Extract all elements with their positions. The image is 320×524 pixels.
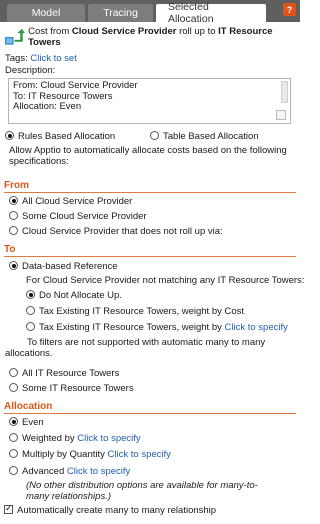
weighted-by-label: Weighted by bbox=[22, 433, 75, 444]
table-based-radio[interactable]: Table Based Allocation bbox=[150, 131, 259, 142]
multiply-by-link[interactable]: Click to specify bbox=[108, 449, 171, 460]
help-icon[interactable]: ? bbox=[283, 3, 296, 16]
description-line: Allocation: Even bbox=[13, 101, 82, 112]
weighted-by-link[interactable]: Click to specify bbox=[77, 433, 140, 444]
option-weight-by[interactable]: Tax Existing IT Resource Towers, weight … bbox=[26, 322, 295, 333]
all-towers-label: All IT Resource Towers bbox=[22, 368, 120, 379]
description-scrollbar[interactable] bbox=[281, 81, 288, 103]
edit-icon[interactable] bbox=[276, 110, 286, 120]
radio-icon bbox=[9, 449, 18, 458]
from-option-some[interactable]: Some Cloud Service Provider bbox=[9, 211, 295, 222]
allocation-header: Cost from Cloud Service Provider roll up… bbox=[4, 26, 296, 48]
to-some-towers[interactable]: Some IT Resource Towers bbox=[9, 383, 295, 394]
from-option-label: All Cloud Service Provider bbox=[22, 196, 133, 207]
allocation-even[interactable]: Even bbox=[9, 417, 295, 428]
weight-by-cost-label: Tax Existing IT Resource Towers, weight … bbox=[39, 306, 245, 317]
tab-selected-allocation[interactable]: Selected Allocation bbox=[156, 1, 266, 25]
radio-icon bbox=[9, 261, 18, 270]
radio-icon bbox=[9, 368, 18, 377]
checkbox-icon bbox=[4, 503, 13, 514]
radio-icon bbox=[9, 433, 18, 442]
do-not-allocate-label: Do Not Allocate Up. bbox=[39, 290, 122, 301]
tab-bar: Model Tracing Selected Allocation ? bbox=[0, 0, 300, 25]
advanced-link[interactable]: Click to specify bbox=[67, 466, 130, 477]
data-ref-label: Data-based Reference bbox=[22, 261, 118, 272]
tab-tracing[interactable]: Tracing bbox=[88, 4, 153, 22]
some-towers-label: Some IT Resource Towers bbox=[22, 383, 134, 394]
section-to: To bbox=[4, 244, 296, 257]
option-weight-by-cost[interactable]: Tax Existing IT Resource Towers, weight … bbox=[26, 306, 295, 317]
description-box[interactable]: From: Cloud Service Provider To: IT Reso… bbox=[8, 78, 291, 124]
from-option-label: Some Cloud Service Provider bbox=[22, 211, 147, 222]
rules-based-radio[interactable]: Rules Based Allocation bbox=[5, 131, 115, 142]
section-from: From bbox=[4, 180, 296, 193]
allocation-mode-row: Rules Based Allocation Table Based Alloc… bbox=[5, 131, 295, 142]
radio-icon bbox=[9, 417, 18, 426]
header-source: Cloud Service Provider bbox=[71, 26, 177, 37]
header-text: Cost from Cloud Service Provider roll up… bbox=[28, 26, 296, 48]
radio-icon bbox=[150, 131, 159, 140]
allocation-note: (No other distribution options are avail… bbox=[26, 480, 258, 502]
weight-by-link[interactable]: Click to specify bbox=[225, 322, 288, 333]
multiply-by-label: Multiply by Quantity bbox=[22, 449, 105, 460]
auto-create-checkbox[interactable]: Automatically create many to many relati… bbox=[4, 503, 295, 516]
auto-create-label: Automatically create many to many relati… bbox=[17, 505, 217, 516]
radio-icon bbox=[26, 290, 35, 299]
allocation-multiply-by[interactable]: Multiply by Quantity Click to specify bbox=[9, 449, 295, 460]
allocation-advanced[interactable]: Advanced Click to specify bbox=[9, 466, 295, 477]
description-line: From: Cloud Service Provider bbox=[13, 80, 138, 91]
weight-by-label: Tax Existing IT Resource Towers, weight … bbox=[39, 322, 222, 333]
radio-icon bbox=[9, 196, 18, 205]
advanced-label: Advanced bbox=[22, 466, 65, 477]
from-option-label: Cloud Service Provider that does not rol… bbox=[22, 226, 223, 237]
from-option-not-rollup[interactable]: Cloud Service Provider that does not rol… bbox=[9, 226, 295, 237]
allocation-weighted-by[interactable]: Weighted by Click to specify bbox=[9, 433, 295, 444]
radio-icon bbox=[9, 211, 18, 220]
radio-icon bbox=[26, 306, 35, 315]
tags-link[interactable]: Click to set bbox=[30, 53, 76, 64]
radio-icon bbox=[9, 226, 18, 235]
header-prefix: Cost from bbox=[28, 26, 70, 37]
header-middle: roll up to bbox=[179, 26, 216, 37]
radio-icon bbox=[9, 466, 18, 475]
from-option-all[interactable]: All Cloud Service Provider bbox=[9, 196, 295, 207]
radio-icon bbox=[26, 322, 35, 331]
tags-label: Tags: bbox=[5, 53, 28, 64]
to-filters-note: To filters are not supported with automa… bbox=[5, 337, 266, 359]
table-based-label: Table Based Allocation bbox=[163, 131, 259, 142]
tags-row: Tags: Click to set bbox=[5, 53, 295, 64]
to-all-towers[interactable]: All IT Resource Towers bbox=[9, 368, 295, 379]
description-label: Description: bbox=[5, 65, 56, 76]
roll-up-arrow-icon bbox=[4, 28, 26, 45]
radio-icon bbox=[5, 131, 14, 140]
rules-based-label: Rules Based Allocation bbox=[18, 131, 116, 142]
option-do-not-allocate[interactable]: Do Not Allocate Up. bbox=[26, 290, 295, 301]
not-matching-text: For Cloud Service Provider not matching … bbox=[26, 275, 305, 286]
to-data-based-reference[interactable]: Data-based Reference bbox=[9, 261, 295, 272]
even-label: Even bbox=[22, 417, 44, 428]
allocation-info-text: Allow Apptio to automatically allocate c… bbox=[9, 145, 287, 167]
tab-model[interactable]: Model bbox=[7, 4, 85, 22]
section-allocation: Allocation bbox=[4, 401, 296, 414]
radio-icon bbox=[9, 383, 18, 392]
